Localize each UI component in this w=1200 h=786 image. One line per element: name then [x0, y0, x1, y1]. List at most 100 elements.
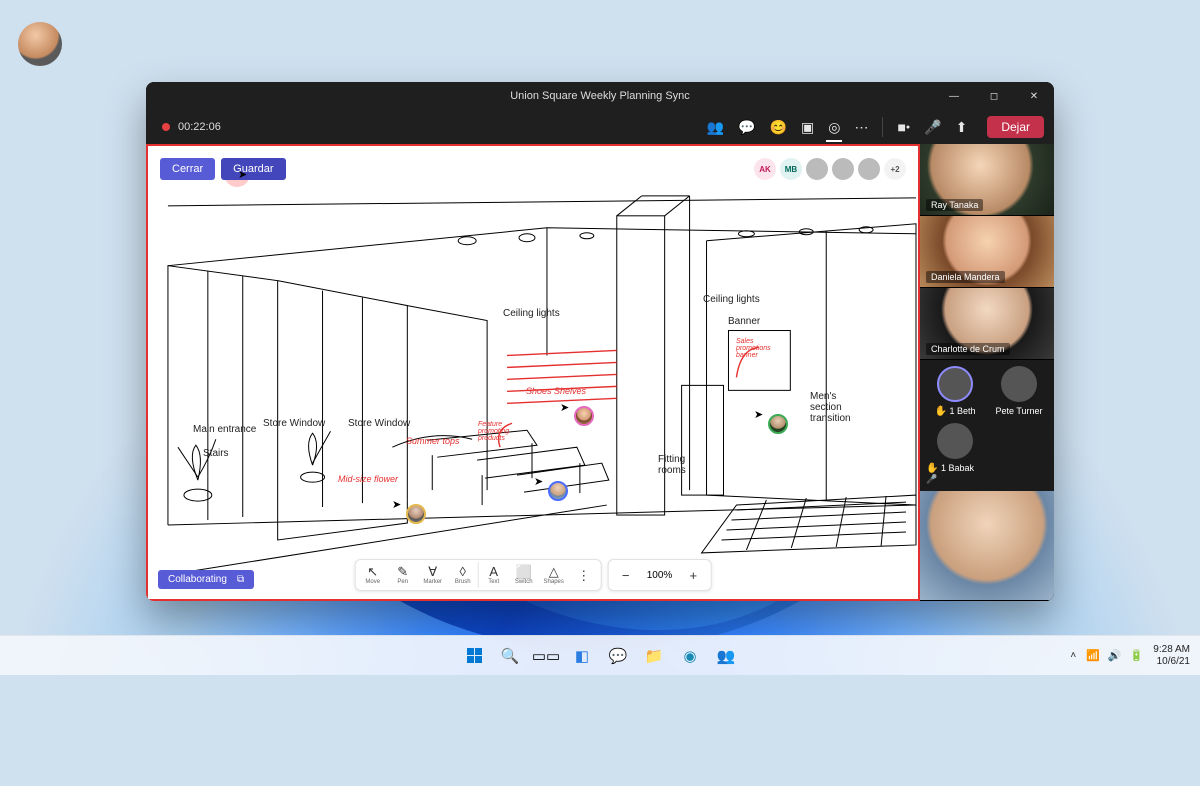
marker-icon: ∀	[428, 565, 437, 578]
collab-chip-ak[interactable]: AK	[754, 158, 776, 180]
hand-raised-icon: ✋	[934, 406, 946, 417]
teams-icon: 👥	[717, 647, 736, 665]
participant-tile[interactable]: Ray Tanaka	[920, 144, 1054, 216]
text-icon: A	[489, 565, 498, 578]
participant-tile[interactable]: Daniela Mandera	[920, 216, 1054, 288]
wb-label-stairs: Stairs	[203, 448, 229, 459]
participant-name: Ray Tanaka	[926, 199, 983, 211]
collab-cursor-1	[574, 406, 594, 426]
anno-shoes-shelves: Shoes Shelves	[526, 386, 586, 396]
tool-text[interactable]: AText	[479, 563, 509, 587]
chat-app-button[interactable]: 💬	[603, 641, 633, 671]
self-video-tile[interactable]	[920, 491, 1054, 601]
search-button[interactable]: 🔍	[495, 641, 525, 671]
popout-icon[interactable]: ⧉	[237, 574, 244, 585]
close-whiteboard-button[interactable]: Cerrar	[160, 158, 215, 180]
teams-app-button[interactable]: 👥	[711, 641, 741, 671]
people-icon[interactable]: 👥	[707, 120, 724, 134]
kebab-icon: ⋮	[577, 569, 590, 582]
tool-marker[interactable]: ∀Marker	[418, 563, 448, 587]
zoom-out-button[interactable]: −	[611, 567, 641, 584]
start-button[interactable]	[459, 641, 489, 671]
shapes-icon: △	[549, 565, 559, 578]
participant-mini-row: ✋ 1 Babak 🎤	[920, 423, 1054, 491]
taskbar-clock[interactable]: 9:28 AM 10/6/21	[1153, 644, 1190, 667]
collab-chip-more[interactable]: +2	[884, 158, 906, 180]
zoom-in-button[interactable]: +	[678, 567, 708, 584]
rooms-icon[interactable]: ▣	[801, 120, 814, 134]
participant-mini[interactable]: ✋ 1 Beth	[926, 366, 984, 417]
collab-chip-mb[interactable]: MB	[780, 158, 802, 180]
participant-name: Beth	[957, 406, 976, 416]
cursor-pointer-icon: ➤	[560, 401, 569, 414]
switch-icon: ⬜	[516, 565, 532, 578]
more-actions-icon[interactable]: ⋯	[854, 120, 868, 134]
anno-summer-tops: Summer tops	[406, 436, 460, 446]
participant-tile[interactable]: Charlotte de Crum	[920, 288, 1054, 360]
task-view-button[interactable]: ▭▭	[531, 641, 561, 671]
file-explorer-button[interactable]: 📁	[639, 641, 669, 671]
live-share-icon[interactable]: ◎	[828, 120, 840, 134]
collaboration-status-pill[interactable]: Collaborating ⧉	[158, 570, 254, 589]
chat-icon[interactable]: 💬	[738, 120, 755, 134]
participant-panel: Ray Tanaka Daniela Mandera Charlotte de …	[920, 144, 1054, 601]
window-minimize-button[interactable]: —	[934, 82, 974, 110]
desktop-user-avatar[interactable]	[18, 22, 62, 66]
tool-switch[interactable]: ⬜Switch	[509, 563, 539, 587]
leave-button[interactable]: Dejar	[987, 116, 1044, 138]
system-tray[interactable]: 📶 🔊 🔋	[1086, 649, 1143, 662]
wb-label-ceiling-2: Ceiling lights	[703, 294, 760, 305]
windows-logo-icon	[467, 648, 482, 663]
participant-name: Daniela Mandera	[926, 271, 1005, 283]
save-whiteboard-button[interactable]: Guardar	[221, 158, 285, 180]
minus-icon: −	[622, 569, 630, 582]
whiteboard-drawing	[148, 146, 918, 600]
share-screen-icon[interactable]: ⬆	[956, 120, 968, 134]
meeting-toolbar: 00:22:06 👥 💬 😊 ▣ ◎ ⋯ ■● 🎤 ⬆ Dejar	[146, 110, 1054, 144]
collab-chip-avatar[interactable]	[858, 158, 880, 180]
anno-featured: Feature promoting products	[478, 421, 526, 442]
folder-icon: 📁	[645, 647, 664, 665]
tray-chevron-icon[interactable]: ˄	[1070, 650, 1076, 661]
wb-label-store-window-1: Store Window	[263, 418, 325, 429]
wifi-icon: 📶	[1086, 649, 1100, 662]
collab-chip-avatar[interactable]	[806, 158, 828, 180]
mic-icon[interactable]: 🎤	[924, 120, 941, 134]
recording-indicator-icon	[162, 123, 170, 131]
camera-icon[interactable]: ■●	[897, 120, 910, 134]
window-titlebar[interactable]: Union Square Weekly Planning Sync — ◻ ✕	[146, 82, 1054, 110]
anno-sales-banner: Sales promotions banner	[736, 338, 786, 359]
edge-button[interactable]: ◉	[675, 641, 705, 671]
tool-pen[interactable]: ✎Pen	[388, 563, 418, 587]
clock-time: 9:28 AM	[1153, 644, 1190, 656]
participant-name: Babak	[949, 463, 975, 473]
window-close-button[interactable]: ✕	[1014, 82, 1054, 110]
window-maximize-button[interactable]: ◻	[974, 82, 1014, 110]
avatar	[937, 423, 973, 459]
zoom-control-group: − 100% +	[608, 559, 712, 591]
participant-mini[interactable]: ✋ 1 Babak 🎤	[926, 423, 984, 485]
edge-icon: ◉	[683, 647, 696, 665]
task-view-icon: ▭▭	[532, 647, 560, 665]
search-icon: 🔍	[501, 647, 520, 665]
reactions-icon[interactable]: 😊	[770, 120, 787, 134]
whiteboard-tool-group: ↖Move ✎Pen ∀Marker ◊Brush AText ⬜Switch …	[355, 559, 602, 591]
collab-cursor-3	[548, 481, 568, 501]
tool-more[interactable]: ⋮	[569, 567, 599, 584]
zoom-value: 100%	[641, 570, 679, 581]
move-icon: ↖	[367, 565, 378, 578]
participant-mini-empty	[990, 423, 1048, 485]
tool-brush[interactable]: ◊Brush	[448, 563, 478, 587]
cursor-pointer-icon: ➤	[534, 475, 543, 488]
cursor-pointer-icon: ➤	[392, 498, 401, 511]
tool-shapes[interactable]: △Shapes	[539, 563, 569, 587]
wb-label-mens: Men's section transition	[810, 391, 870, 424]
participant-mini[interactable]: Pete Turner	[990, 366, 1048, 417]
avatar	[1001, 366, 1037, 402]
widgets-button[interactable]: ◧	[567, 641, 597, 671]
window-title: Union Square Weekly Planning Sync	[510, 90, 690, 102]
whiteboard-canvas[interactable]: Main entrance Stairs Store Window Store …	[146, 144, 920, 601]
collab-chip-avatar[interactable]	[832, 158, 854, 180]
tool-move[interactable]: ↖Move	[358, 563, 388, 587]
windows-taskbar[interactable]: 🔍 ▭▭ ◧ 💬 📁 ◉ 👥 ˄ 📶 🔊 🔋 9:28 AM 10/6/21	[0, 635, 1200, 675]
